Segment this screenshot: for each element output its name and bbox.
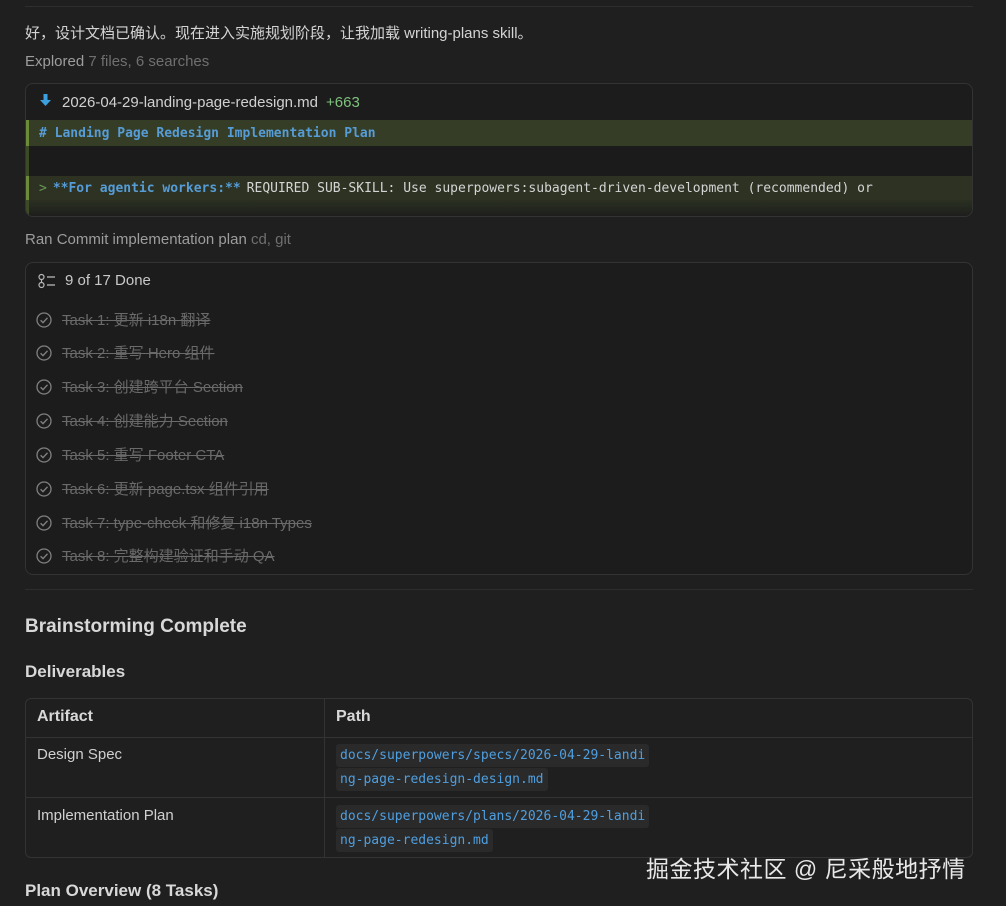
- table-header-divider: [26, 737, 972, 738]
- diff-additions-count: +663: [326, 93, 360, 111]
- file-diff-card[interactable]: 2026-04-29-landing-page-redesign.md +663…: [25, 83, 973, 217]
- diff-line-quote: > **For agentic workers:** REQUIRED SUB-…: [26, 176, 972, 200]
- task-list-header[interactable]: 9 of 17 Done: [38, 272, 151, 289]
- ran-label: Ran: [25, 231, 53, 248]
- task-label: Task 6: 更新 page.tsx 组件引用: [62, 481, 269, 498]
- task-item: Task 1: 更新 i18n 翻译: [36, 309, 210, 330]
- task-list-card: 9 of 17 Done Task 1: 更新 i18n 翻译 Task 2: …: [25, 262, 973, 575]
- diff-filename[interactable]: 2026-04-29-landing-page-redesign.md: [62, 94, 318, 111]
- quote-bold-text: **For agentic workers:**: [52, 180, 241, 196]
- watermark-text: 掘金技术社区 @ 尼采般地抒情: [646, 856, 966, 882]
- deliverables-table: Artifact Path Design Spec docs/superpowe…: [25, 698, 973, 858]
- assistant-message: 好，设计文档已确认。现在进入实施规划阶段，让我加载 writing-plans …: [25, 25, 533, 42]
- task-item: Task 4: 创建能力 Section: [36, 410, 228, 431]
- table-cell-path[interactable]: docs/superpowers/plans/2026-04-29-landi …: [336, 805, 650, 853]
- check-circle-icon: [36, 446, 52, 463]
- table-header-artifact: Artifact: [37, 708, 94, 725]
- diff-header[interactable]: 2026-04-29-landing-page-redesign.md +663: [26, 84, 972, 120]
- download-arrow-icon: [38, 94, 52, 110]
- diff-fade: [26, 200, 972, 216]
- explored-label: Explored: [25, 53, 85, 70]
- checklist-icon: [38, 273, 55, 288]
- table-header-path: Path: [336, 708, 371, 725]
- task-progress-summary: 9 of 17 Done: [65, 272, 151, 289]
- task-item: Task 5: 重写 Footer CTA: [36, 444, 224, 465]
- check-circle-icon: [36, 547, 52, 564]
- check-circle-icon: [36, 514, 52, 531]
- check-circle-icon: [36, 378, 52, 395]
- table-cell-path[interactable]: docs/superpowers/specs/2026-04-29-landi …: [336, 744, 650, 792]
- path-code-line: ng-page-redesign.md: [336, 829, 493, 852]
- task-label: Task 8: 完整构建验证和手动 QA: [62, 548, 275, 565]
- task-label: Task 3: 创建跨平台 Section: [62, 379, 243, 396]
- explored-summary[interactable]: Explored 7 files, 6 searches: [25, 53, 209, 70]
- task-item: Task 7: type-check 和修复 i18n Types: [36, 512, 312, 533]
- check-circle-icon: [36, 480, 52, 497]
- path-code-line: docs/superpowers/plans/2026-04-29-landi: [336, 805, 650, 828]
- task-label: Task 7: type-check 和修复 i18n Types: [62, 515, 312, 532]
- task-label: Task 1: 更新 i18n 翻译: [62, 312, 211, 329]
- path-code-line: ng-page-redesign-design.md: [336, 768, 548, 791]
- ran-detail: cd, git: [250, 231, 291, 248]
- table-cell-artifact: Implementation Plan: [37, 807, 174, 824]
- task-item: Task 2: 重写 Hero 组件: [36, 342, 215, 363]
- quote-marker: >: [39, 180, 47, 196]
- check-circle-icon: [36, 412, 52, 429]
- diff-heading-text: # Landing Page Redesign Implementation P…: [39, 125, 376, 141]
- ran-title: Commit implementation plan: [56, 231, 247, 248]
- check-circle-icon: [36, 344, 52, 361]
- table-row-divider: [26, 797, 972, 798]
- diff-empty-line: [26, 146, 972, 176]
- check-circle-icon: [36, 311, 52, 328]
- task-item: Task 6: 更新 page.tsx 组件引用: [36, 478, 269, 499]
- task-label: Task 5: 重写 Footer CTA: [62, 447, 225, 464]
- table-cell-artifact: Design Spec: [37, 746, 123, 763]
- top-divider: [25, 6, 973, 7]
- quote-text: REQUIRED SUB-SKILL: Use superpowers:suba…: [246, 180, 873, 196]
- task-label: Task 4: 创建能力 Section: [62, 413, 228, 430]
- task-item: Task 8: 完整构建验证和手动 QA: [36, 545, 275, 566]
- task-label: Task 2: 重写 Hero 组件: [62, 345, 215, 362]
- task-item: Task 3: 创建跨平台 Section: [36, 376, 243, 397]
- section-divider: [25, 589, 973, 590]
- explored-detail: 7 files, 6 searches: [88, 53, 210, 70]
- diff-line-heading: # Landing Page Redesign Implementation P…: [26, 120, 972, 146]
- ran-command-summary[interactable]: Ran Commit implementation plan cd, git: [25, 231, 291, 248]
- path-code-line: docs/superpowers/specs/2026-04-29-landi: [336, 744, 650, 767]
- heading-plan-overview: Plan Overview (8 Tasks): [25, 881, 219, 900]
- heading-brainstorming-complete: Brainstorming Complete: [25, 616, 247, 637]
- table-column-divider: [324, 699, 325, 857]
- heading-deliverables: Deliverables: [25, 662, 126, 681]
